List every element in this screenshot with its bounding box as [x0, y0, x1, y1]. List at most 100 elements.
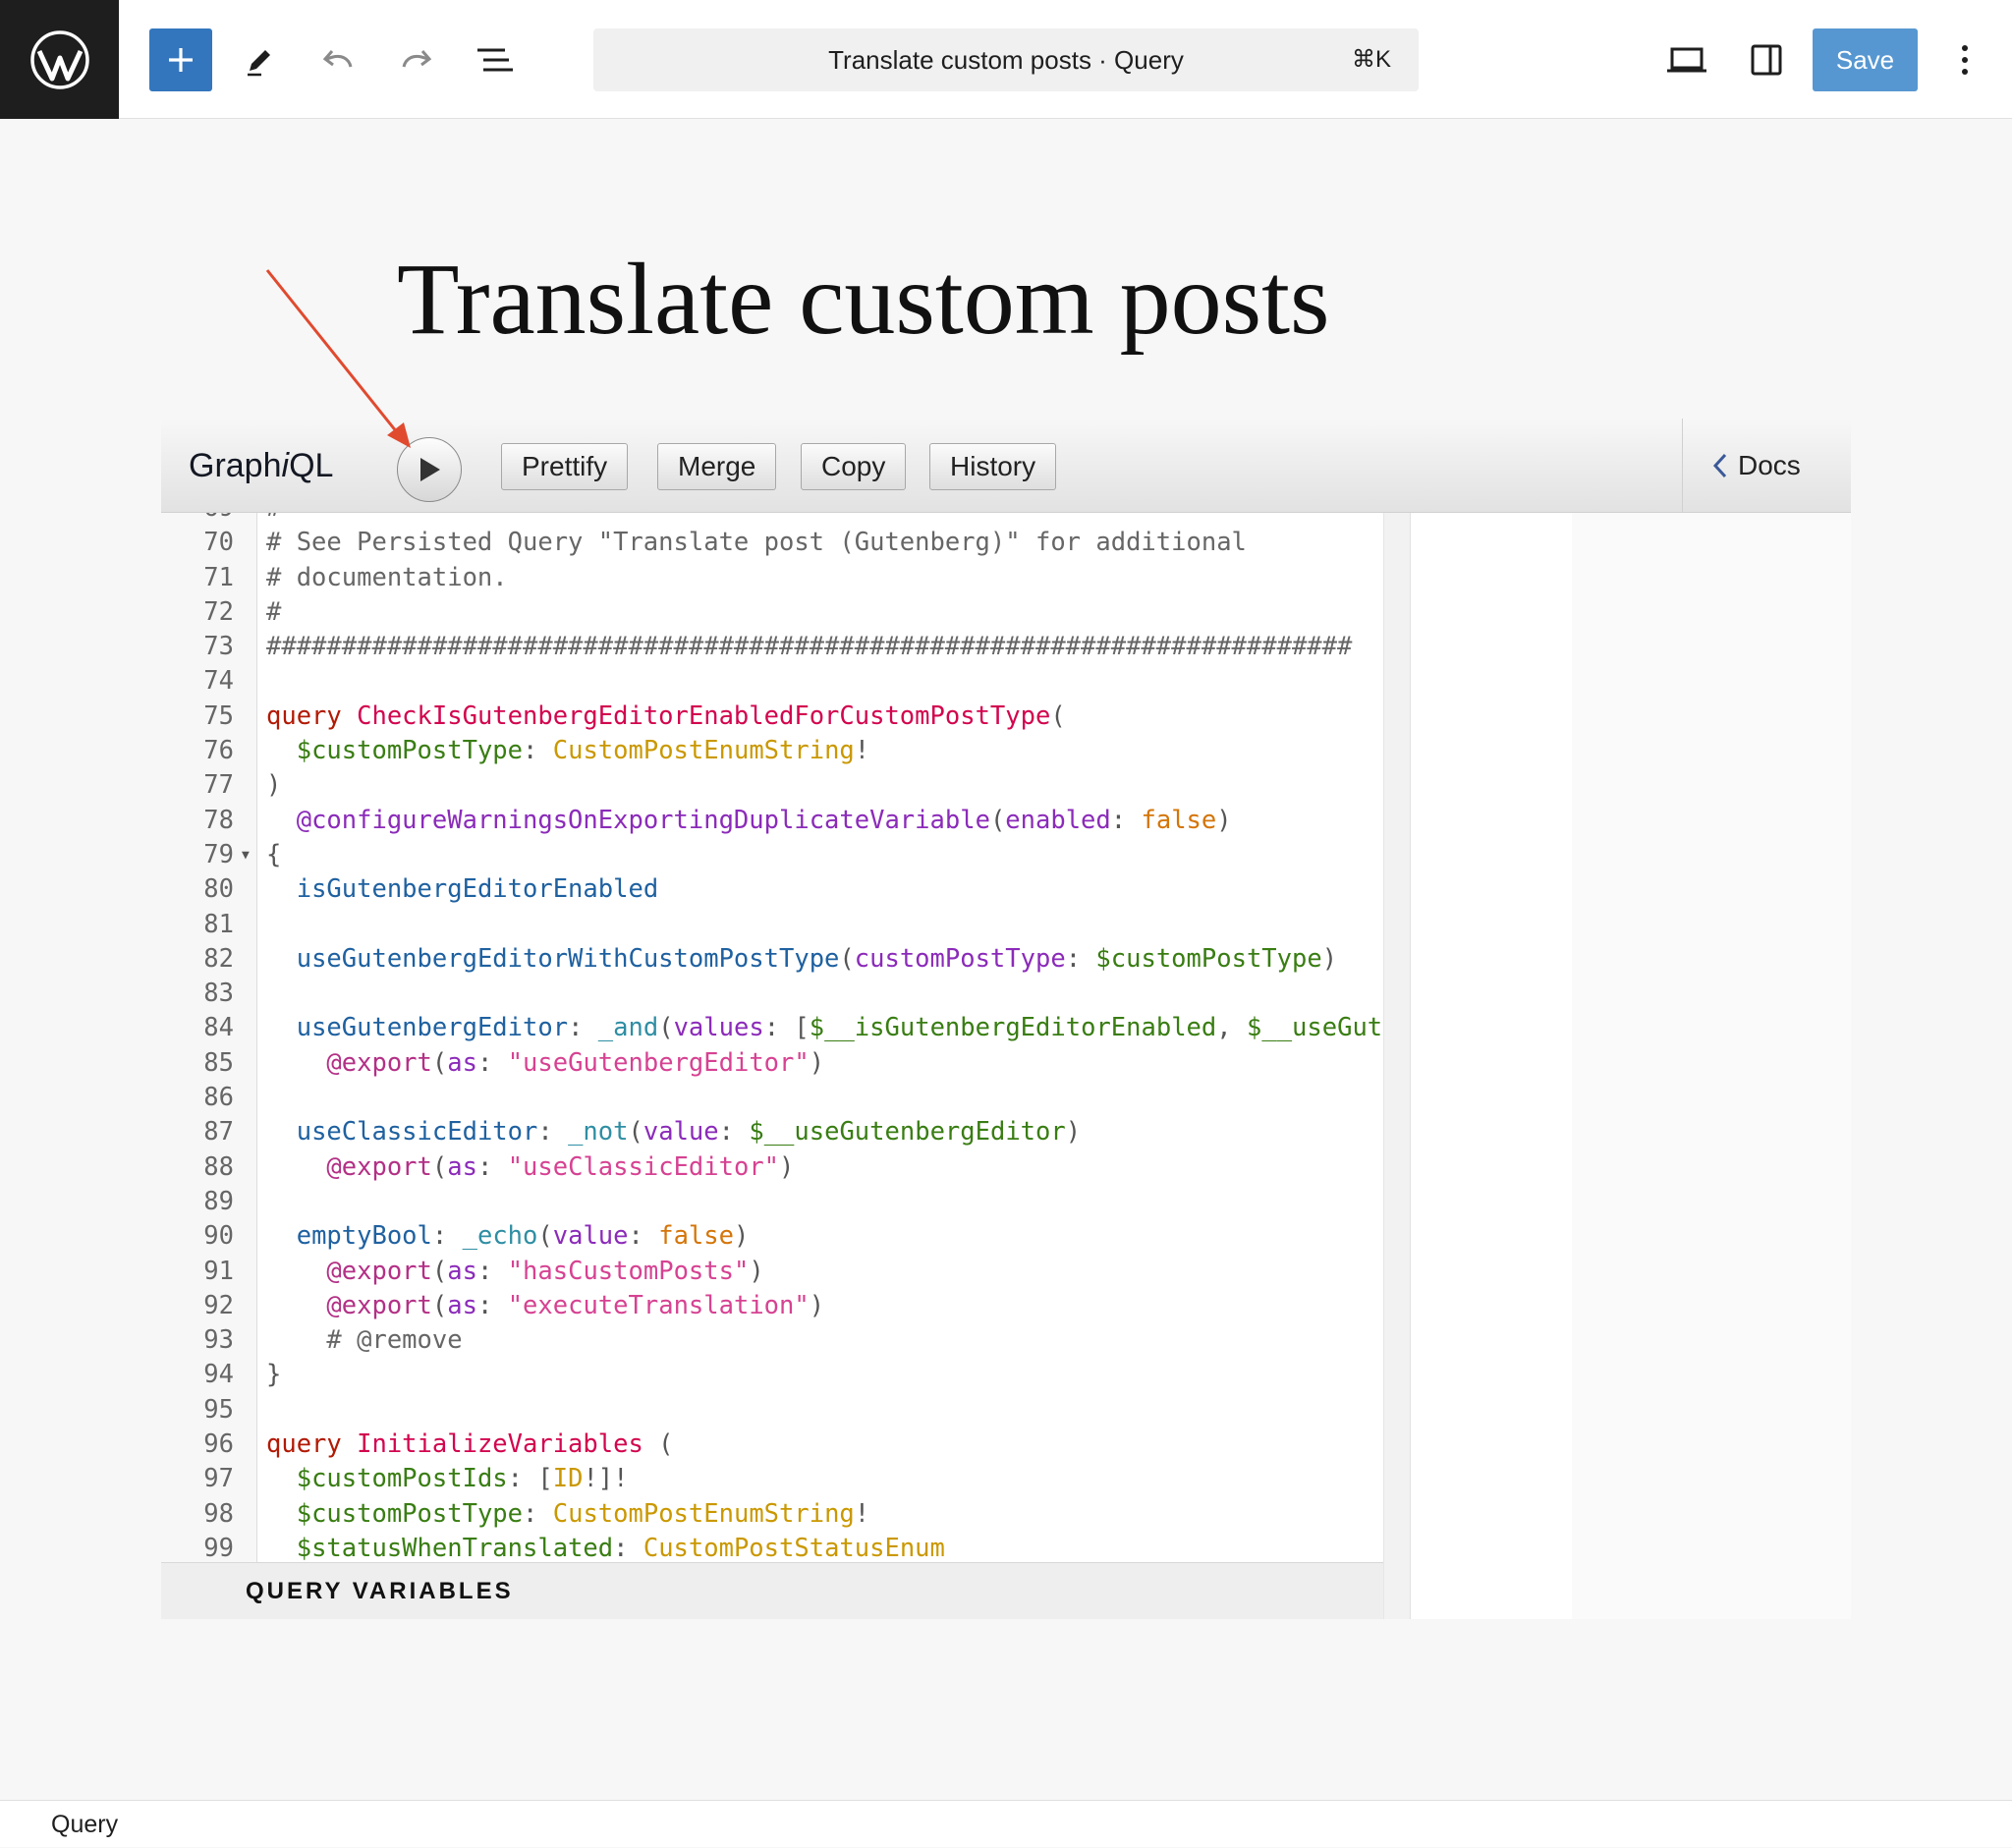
line-number: 81	[203, 909, 234, 939]
play-icon	[420, 458, 440, 481]
code-line[interactable]: 77)	[161, 768, 1383, 803]
code-text: emptyBool: _echo(value: false)	[296, 1221, 750, 1252]
code-line[interactable]: 70 # See Persisted Query "Translate post …	[161, 526, 1383, 560]
code-line[interactable]: 79 ▼ {	[161, 838, 1383, 872]
document-overview-button[interactable]	[468, 32, 523, 87]
history-button[interactable]: History	[929, 443, 1057, 490]
pencil-icon	[248, 50, 270, 77]
code-line[interactable]: 72 #	[161, 595, 1383, 630]
document-title: Translate custom posts · Query	[828, 45, 1184, 75]
line-number: 77	[203, 770, 234, 801]
code-line[interactable]: 78 @configureWarningsOnExportingDuplicat…	[161, 804, 1383, 838]
line-number: 80	[203, 874, 234, 905]
code-line[interactable]: 69 #	[161, 513, 1383, 526]
code-text: useGutenbergEditor: _and(values: [$__isG…	[296, 1013, 1383, 1043]
scrollbar-track[interactable]	[1384, 513, 1411, 1619]
graphiql-block: GraphiQL Prettify Merge Copy History Doc…	[161, 419, 1851, 1619]
breadcrumb-item-query[interactable]: Query	[51, 1801, 118, 1848]
line-number: 95	[203, 1394, 234, 1425]
code-text: {	[266, 839, 282, 869]
line-number: 75	[203, 700, 234, 731]
code-text: useClassicEditor: _not(value: $__useGute…	[296, 1117, 1082, 1148]
line-number: 71	[203, 562, 234, 592]
line-number: 76	[203, 736, 234, 766]
line-number: 79	[203, 839, 234, 869]
line-number: 99	[203, 1533, 234, 1562]
line-number: 72	[203, 596, 234, 627]
query-editor[interactable]: 69 #70 # See Persisted Query "Translate po…	[161, 513, 1383, 1562]
redo-button[interactable]	[389, 32, 444, 87]
code-line[interactable]: 85 @export(as: "useGutenbergEditor")	[161, 1046, 1383, 1081]
code-text: @export(as: "useClassicEditor")	[326, 1151, 795, 1182]
graphiql-logo: GraphiQL	[189, 419, 333, 513]
code-line[interactable]: 90 emptyBool: _echo(value: false)	[161, 1219, 1383, 1254]
undo-button[interactable]	[310, 32, 365, 87]
command-palette-bar[interactable]: Translate custom posts · Query ⌘K	[593, 28, 1419, 91]
line-number: 90	[203, 1221, 234, 1252]
results-pane	[1572, 513, 1851, 1619]
save-button[interactable]: Save	[1813, 28, 1918, 91]
code-line[interactable]: 92 @export(as: "executeTranslation")	[161, 1289, 1383, 1323]
code-line[interactable]: 86	[161, 1081, 1383, 1115]
prettify-button[interactable]: Prettify	[501, 443, 629, 490]
code-line[interactable]: 82 useGutenbergEditorWithCustomPostType(…	[161, 942, 1383, 977]
options-menu-button[interactable]	[1937, 32, 1992, 87]
code-line[interactable]: 88 @export(as: "useClassicEditor")	[161, 1150, 1383, 1185]
code-text: isGutenbergEditorEnabled	[296, 874, 659, 905]
code-line[interactable]: 91 @export(as: "hasCustomPosts")	[161, 1255, 1383, 1289]
copy-button[interactable]: Copy	[801, 443, 907, 490]
docs-label: Docs	[1738, 450, 1801, 480]
docs-toggle-button[interactable]: Docs	[1712, 419, 1801, 513]
wordpress-logo-button[interactable]	[0, 0, 119, 119]
line-number: 69	[161, 513, 234, 526]
settings-sidebar-button[interactable]	[1739, 32, 1794, 87]
code-line[interactable]: 98 $customPostType: CustomPostEnumString…	[161, 1497, 1383, 1532]
code-line[interactable]: 83	[161, 977, 1383, 1011]
code-line[interactable]: 99 $statusWhenTranslated: CustomPostStat…	[161, 1532, 1383, 1562]
line-number: 96	[203, 1429, 234, 1460]
line-number: 97	[203, 1464, 234, 1494]
editor-scrollbar[interactable]	[1383, 513, 1572, 1619]
line-number: 73	[203, 632, 234, 662]
code-line[interactable]: 84 useGutenbergEditor: _and(values: [$__…	[161, 1011, 1383, 1045]
code-line[interactable]: 94}	[161, 1358, 1383, 1392]
code-lines: 69 #70 # See Persisted Query "Translate po…	[161, 513, 1383, 1562]
code-line[interactable]: 71 # documentation.	[161, 561, 1383, 595]
code-line[interactable]: 75 query CheckIsGutenbergEditorEnabledFor…	[161, 700, 1383, 734]
code-text: $statusWhenTranslated: CustomPostStatusE…	[296, 1533, 945, 1562]
line-number: 74	[203, 666, 234, 697]
code-text: query InitializeVariables (	[266, 1429, 674, 1460]
code-text: query CheckIsGutenbergEditorEnabledForCu…	[266, 700, 1066, 731]
query-variables-bar[interactable]: QUERY VARIABLES	[161, 1562, 1383, 1619]
line-number: 91	[203, 1256, 234, 1286]
code-line[interactable]: 81	[161, 908, 1383, 942]
code-line[interactable]: 87 useClassicEditor: _not(value: $__useG…	[161, 1115, 1383, 1149]
code-text: # documentation.	[266, 562, 508, 592]
code-line[interactable]: 95	[161, 1393, 1383, 1428]
code-line[interactable]: 89	[161, 1185, 1383, 1219]
redo-icon	[402, 50, 432, 68]
execute-query-button[interactable]	[397, 437, 462, 502]
query-variables-title: QUERY VARIABLES	[246, 1578, 514, 1604]
code-line[interactable]: 96 query InitializeVariables (	[161, 1428, 1383, 1462]
desktop-icon	[1667, 47, 1706, 73]
fold-arrow-icon[interactable]: ▼	[242, 838, 250, 872]
code-line[interactable]: 97 $customPostIds: [ID!]!	[161, 1462, 1383, 1496]
code-line[interactable]: 73 ######################################…	[161, 630, 1383, 664]
code-text: # @remove	[326, 1325, 463, 1356]
code-line[interactable]: 93 # @remove	[161, 1323, 1383, 1358]
line-number: 70	[203, 528, 234, 558]
block-inserter-button[interactable]	[149, 28, 212, 91]
code-text: )	[266, 770, 282, 801]
code-line[interactable]: 76 $customPostType: CustomPostEnumString…	[161, 734, 1383, 768]
post-title[interactable]: Translate custom posts	[397, 236, 1772, 364]
code-line[interactable]: 80 isGutenbergEditorEnabled	[161, 872, 1383, 907]
wordpress-icon	[29, 29, 89, 89]
tools-button[interactable]	[232, 32, 287, 87]
code-line[interactable]: 74	[161, 664, 1383, 699]
code-text: @export(as: "useGutenbergEditor")	[326, 1047, 825, 1078]
merge-button[interactable]: Merge	[657, 443, 777, 490]
list-view-icon	[477, 48, 513, 72]
preview-button[interactable]	[1659, 32, 1714, 87]
sidebar-icon	[1751, 44, 1782, 76]
